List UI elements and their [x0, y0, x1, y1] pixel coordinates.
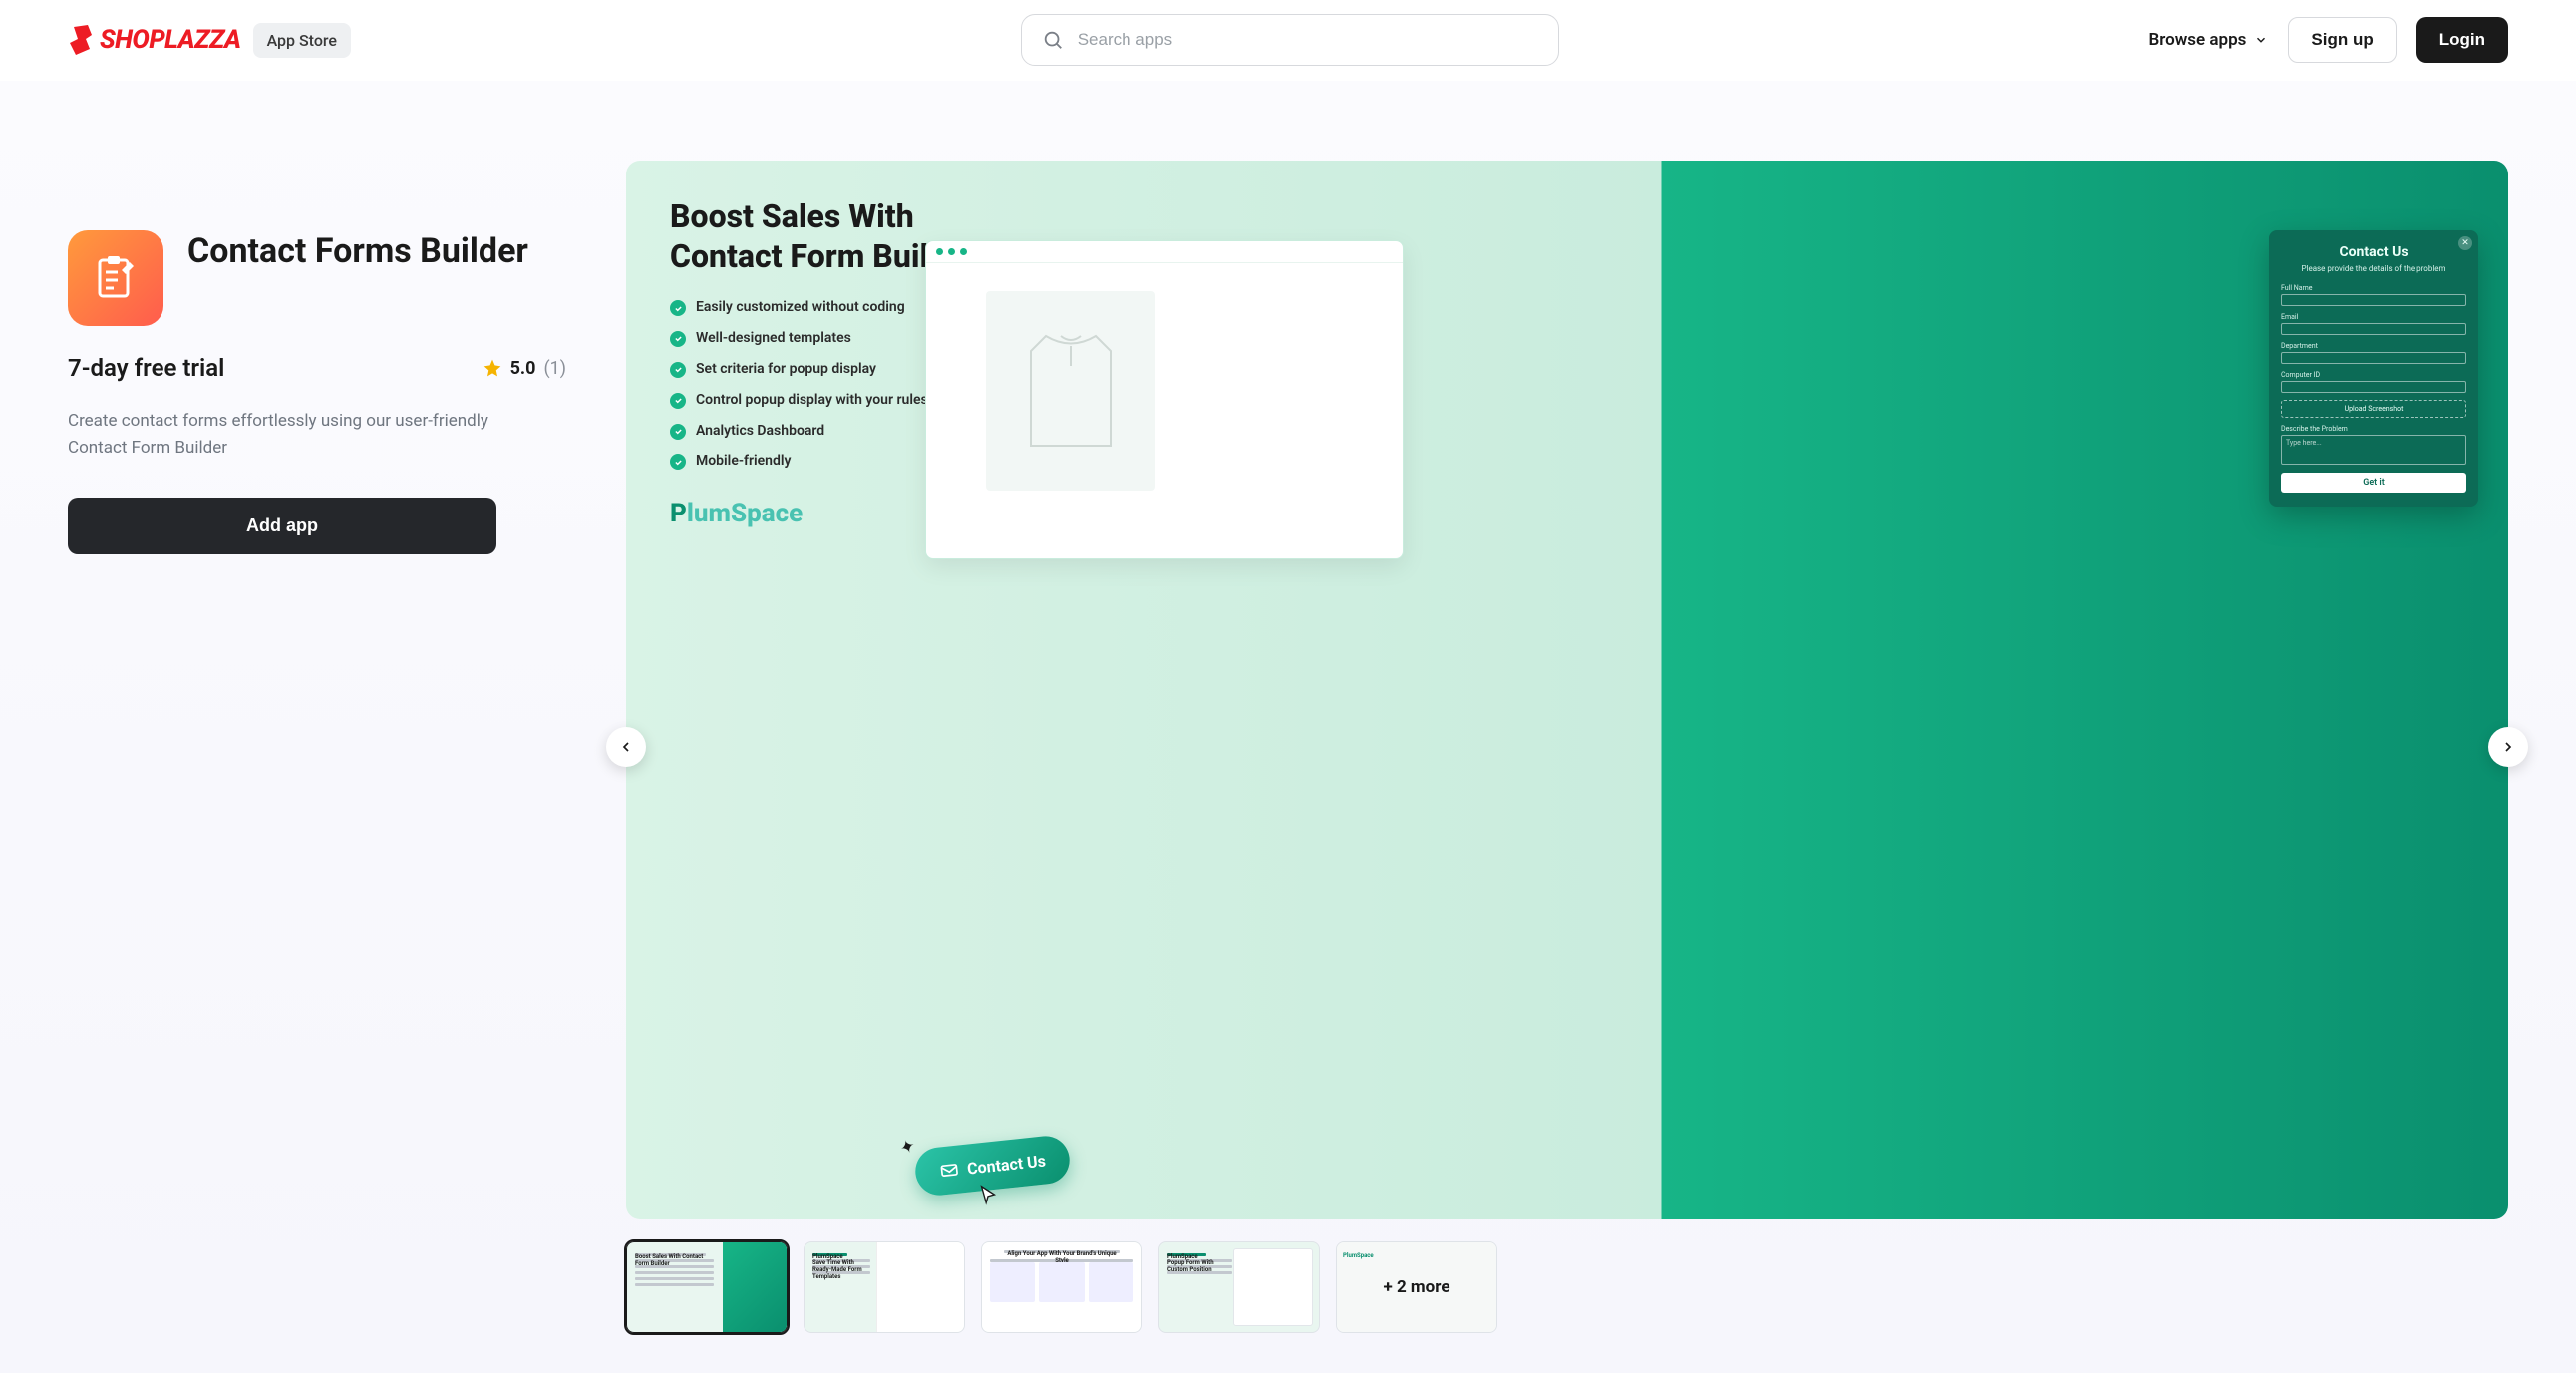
app-title: Contact Forms Builder	[187, 230, 528, 273]
search-wrap	[447, 14, 2132, 66]
feature-item: Analytics Dashboard	[670, 422, 939, 441]
feature-item: Well-designed templates	[670, 329, 939, 348]
form-label-describe: Describe the Problem	[2281, 425, 2466, 433]
form-label-department: Department	[2281, 342, 2466, 350]
login-button[interactable]: Login	[2416, 17, 2508, 63]
thumb-title: Popup Form With Custom Position	[1167, 1259, 1232, 1262]
thumbnail-4[interactable]: PlumSpace Popup Form With Custom Positio…	[1158, 1241, 1320, 1333]
thumbnail-strip: Boost Sales With Contact Form Builder Pl…	[626, 1241, 2508, 1333]
form-input-mock	[2281, 352, 2466, 364]
feature-text: Easily customized without coding	[696, 298, 905, 317]
cursor-click-icon	[977, 1184, 999, 1205]
chevron-right-icon	[2500, 739, 2516, 755]
feature-item: Mobile-friendly	[670, 452, 939, 471]
app-summary: Contact Forms Builder 7-day free trial 5…	[68, 161, 566, 554]
thumbnail-more[interactable]: PlumSpace + 2 more	[1336, 1241, 1497, 1333]
main-content: Contact Forms Builder 7-day free trial 5…	[0, 81, 2576, 1373]
search-box[interactable]	[1021, 14, 1559, 66]
slider-next-button[interactable]	[2488, 727, 2528, 767]
form-submit-mock: Get it	[2281, 473, 2466, 493]
form-input-mock	[2281, 323, 2466, 335]
feature-text: Well-designed templates	[696, 329, 851, 348]
rating-block[interactable]: 5.0 (1)	[483, 358, 566, 379]
star-icon	[483, 358, 502, 378]
form-input-mock	[2281, 294, 2466, 306]
feature-list: Easily customized without coding Well-de…	[670, 298, 939, 471]
app-icon	[68, 230, 163, 326]
slider-prev-button[interactable]	[606, 727, 646, 767]
thumbnail-more-label: + 2 more	[1383, 1277, 1449, 1297]
brand-mark-icon	[68, 25, 94, 55]
browser-traffic-lights	[926, 241, 1403, 263]
form-label-fullname: Full Name	[2281, 284, 2466, 292]
signup-button[interactable]: Sign up	[2288, 17, 2396, 63]
trial-text: 7-day free trial	[68, 354, 224, 382]
feature-item: Set criteria for popup display	[670, 360, 939, 379]
check-icon	[670, 393, 686, 409]
rating-count: (1)	[543, 358, 566, 379]
contact-pill-label: Contact Us	[966, 1151, 1046, 1178]
check-icon	[670, 424, 686, 440]
rating-score: 5.0	[510, 358, 536, 379]
thumbnail-2[interactable]: PlumSpace Save Time With Ready-Made Form…	[804, 1241, 965, 1333]
thumbnail-3[interactable]: Align Your App With Your Brand's Unique …	[981, 1241, 1142, 1333]
add-app-button[interactable]: Add app	[68, 498, 496, 554]
browse-apps-label: Browse apps	[2148, 30, 2246, 50]
chevron-down-icon	[2254, 33, 2268, 47]
feature-text: Set criteria for popup display	[696, 360, 876, 379]
shirt-icon	[1016, 326, 1126, 456]
logo-block: SHOPLAZZA App Store	[68, 23, 351, 58]
feature-item: Easily customized without coding	[670, 298, 939, 317]
browser-mockup	[925, 240, 1404, 559]
app-store-badge[interactable]: App Store	[253, 23, 351, 58]
check-icon	[670, 331, 686, 347]
feature-text: Mobile-friendly	[696, 452, 791, 471]
feature-item: Control popup display with your rules	[670, 391, 939, 410]
thumb-brand: PlumSpace	[1167, 1253, 1206, 1256]
check-icon	[670, 300, 686, 316]
feature-text: Control popup display with your rules	[696, 391, 928, 410]
thumb-title: Align Your App With Your Brand's Unique …	[1004, 1250, 1119, 1253]
media-slider: Boost Sales With Contact Form Builder Ea…	[626, 161, 2508, 1333]
header-actions: Browse apps Sign up Login	[2148, 17, 2508, 63]
form-title: Contact Us	[2281, 244, 2466, 260]
check-icon	[670, 362, 686, 378]
check-icon	[670, 454, 686, 470]
thumb-title: Save Time With Ready-Made Form Templates	[812, 1259, 870, 1262]
thumbnail-1[interactable]: Boost Sales With Contact Form Builder	[626, 1241, 788, 1333]
mail-heart-icon	[938, 1160, 960, 1182]
brand-name: SHOPLAZZA	[100, 25, 241, 55]
form-upload-mock: Upload Screenshot	[2281, 400, 2466, 418]
close-icon: ✕	[2458, 236, 2472, 250]
form-label-email: Email	[2281, 313, 2466, 321]
thumb-brand: PlumSpace	[812, 1253, 847, 1256]
search-input[interactable]	[1078, 30, 1538, 50]
clipboard-edit-icon	[90, 252, 142, 304]
form-input-mock	[2281, 381, 2466, 393]
feature-slide: Boost Sales With Contact Form Builder Ea…	[626, 161, 2508, 1219]
form-label-computerid: Computer ID	[2281, 371, 2466, 379]
browse-apps-link[interactable]: Browse apps	[2148, 30, 2268, 50]
contact-form-mock: ✕ Contact Us Please provide the details …	[2269, 230, 2478, 507]
product-placeholder	[986, 291, 1155, 491]
chevron-left-icon	[618, 739, 634, 755]
app-header: SHOPLAZZA App Store Browse apps Sign up …	[0, 0, 2576, 81]
thumb-title: Boost Sales With Contact Form Builder	[635, 1253, 706, 1256]
thumb-brand: PlumSpace	[1343, 1252, 1374, 1259]
form-textarea-mock: Type here...	[2281, 435, 2466, 465]
form-subtitle: Please provide the details of the proble…	[2281, 264, 2466, 274]
sparkle-decoration: ✦	[897, 1135, 918, 1160]
search-icon	[1042, 29, 1064, 51]
feature-text: Analytics Dashboard	[696, 422, 824, 441]
brand-logo[interactable]: SHOPLAZZA	[68, 25, 241, 55]
app-description: Create contact forms effortlessly using …	[68, 408, 506, 462]
